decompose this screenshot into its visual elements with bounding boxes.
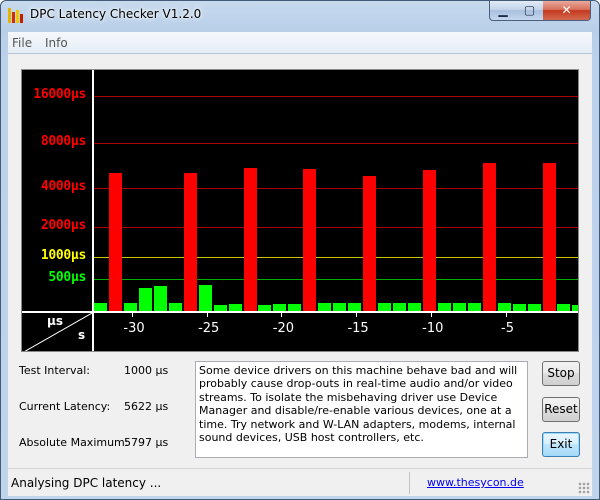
- test-interval-value: 1000 µs: [124, 364, 169, 377]
- x-tick-label: -20: [272, 321, 294, 336]
- y-tick-label: 500µs: [48, 270, 86, 285]
- latency-bar: [407, 303, 421, 311]
- x-tick: [356, 313, 358, 317]
- absolute-maximum-value: 5797 µs: [124, 436, 169, 449]
- status-divider: [409, 472, 410, 494]
- x-tick-label: -10: [422, 321, 444, 336]
- x-tick: [281, 313, 283, 317]
- menu-info[interactable]: Info: [45, 36, 68, 50]
- y-tick-label: 2000µs: [40, 218, 86, 233]
- x-tick: [505, 313, 507, 317]
- latency-bar: [183, 173, 197, 311]
- latency-bar: [228, 303, 242, 311]
- x-tick-label: -5: [501, 321, 514, 336]
- exit-button[interactable]: Exit: [542, 432, 580, 457]
- status-bar: Analysing DPC latency ... www.thesycon.d…: [8, 468, 592, 496]
- close-icon: ✕: [561, 3, 572, 17]
- latency-chart: µs s 16000µs 8000µs 4000µs 2000µs 1000µs 500µ…: [21, 69, 579, 352]
- latency-bar: [273, 303, 287, 311]
- gridline: [94, 143, 578, 144]
- current-latency-label: Current Latency:: [19, 400, 111, 413]
- latency-bar: [288, 303, 302, 311]
- latency-bar: [378, 303, 392, 311]
- y-tick-label: 4000µs: [40, 179, 86, 194]
- latency-bar: [422, 170, 436, 311]
- gridline: [94, 279, 578, 280]
- latency-bar: [393, 303, 406, 311]
- website-link[interactable]: www.thesycon.de: [427, 476, 524, 489]
- latency-bar: [108, 173, 122, 311]
- latency-bar: [512, 303, 526, 311]
- y-tick-label: 8000µs: [40, 134, 86, 149]
- latency-bar: [138, 287, 152, 311]
- x-tick: [430, 313, 432, 317]
- x-tick-label: -30: [123, 321, 145, 336]
- main-window: DPC Latency Checker V1.2.0 ▁ ▢ ✕ File In…: [0, 0, 600, 500]
- x-tick-label: -15: [347, 321, 369, 336]
- menu-file[interactable]: File: [12, 36, 32, 50]
- x-tick: [206, 313, 208, 317]
- latency-bar: [497, 302, 511, 311]
- current-latency-value: 5622 µs: [124, 400, 169, 413]
- latency-bar: [198, 285, 212, 311]
- latency-bar: [213, 304, 227, 311]
- latency-bar: [153, 286, 167, 311]
- latency-bar: [123, 303, 137, 311]
- gridline: [94, 227, 578, 228]
- reset-button[interactable]: Reset: [542, 397, 580, 422]
- latency-bar: [482, 163, 496, 311]
- x-tick: [132, 313, 133, 317]
- latency-bar: [452, 303, 466, 311]
- latency-bar: [437, 303, 451, 311]
- x-tick-label: -25: [198, 321, 220, 336]
- latency-bar: [243, 167, 257, 311]
- latency-bar: [258, 304, 272, 311]
- latency-bar: [318, 303, 332, 311]
- message-box: Some device drivers on this machine beha…: [195, 361, 528, 458]
- gridline: [94, 188, 578, 189]
- app-icon: [8, 8, 24, 23]
- y-tick-label: 1000µs: [40, 248, 86, 263]
- minimize-button[interactable]: ▁: [489, 1, 517, 21]
- status-text: Analysing DPC latency ...: [11, 476, 162, 490]
- y-tick-label: 16000µs: [33, 87, 86, 102]
- stop-button[interactable]: Stop: [542, 361, 580, 386]
- test-interval-label: Test Interval:: [19, 364, 90, 377]
- close-button[interactable]: ✕: [543, 1, 591, 21]
- latency-bar: [333, 303, 347, 311]
- latency-bar: [542, 163, 556, 311]
- x-axis: [22, 311, 578, 313]
- latency-bar: [94, 303, 107, 311]
- title-bar[interactable]: DPC Latency Checker V1.2.0 ▁ ▢ ✕: [1, 1, 599, 31]
- latency-bar: [348, 303, 362, 311]
- gridline: [94, 96, 578, 97]
- absolute-maximum-label: Absolute Maximum:: [19, 436, 129, 449]
- y-unit-label: µs: [47, 314, 63, 328]
- x-unit-label: s: [78, 328, 86, 342]
- latency-bar: [527, 303, 541, 311]
- gridline: [94, 257, 578, 258]
- maximize-icon: ▢: [523, 3, 536, 17]
- latency-bar: [168, 303, 182, 311]
- minimize-icon: ▁: [498, 3, 508, 17]
- corner-diagonal: [24, 312, 92, 351]
- latency-bar: [363, 175, 377, 311]
- latency-bar: [467, 303, 481, 311]
- window-title: DPC Latency Checker V1.2.0: [30, 7, 202, 21]
- menu-bar: File Info: [8, 32, 592, 54]
- resize-grip-icon[interactable]: [578, 482, 590, 494]
- maximize-button[interactable]: ▢: [516, 1, 544, 21]
- latency-bar: [572, 304, 578, 311]
- latency-bar: [557, 303, 571, 311]
- latency-bar: [303, 168, 317, 311]
- client-area: µs s 16000µs 8000µs 4000µs 2000µs 1000µs 500µ…: [8, 54, 592, 468]
